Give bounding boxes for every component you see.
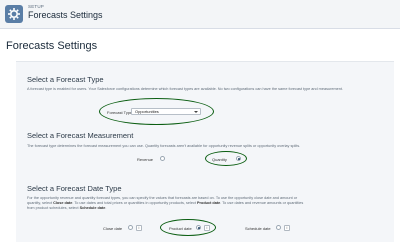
forecast-date-type-title: Select a Forecast Date Type bbox=[27, 184, 122, 193]
header-eyebrow: SETUP bbox=[28, 4, 45, 9]
gear-icon bbox=[5, 5, 23, 23]
date-desc-line-3: from product schedules, select Schedule … bbox=[27, 206, 107, 210]
annotation-circle-forecast-type bbox=[99, 98, 214, 125]
forecast-type-title: Select a Forecast Type bbox=[27, 75, 104, 84]
schedule-date-info-icon[interactable]: i bbox=[284, 224, 290, 231]
revenue-label: Revenue bbox=[137, 157, 154, 162]
forecast-type-description: A forecast type is enabled for users. Yo… bbox=[27, 87, 343, 91]
revenue-radio[interactable] bbox=[160, 156, 165, 161]
schedule-date-radio[interactable] bbox=[276, 225, 281, 230]
page-title: Forecasts Settings bbox=[6, 40, 98, 52]
forecast-date-type-description: For the opportunity revenue and quantity… bbox=[27, 196, 377, 211]
header-title: Forecasts Settings bbox=[28, 10, 103, 20]
close-date-radio[interactable] bbox=[128, 225, 133, 230]
annotation-circle-product-date bbox=[160, 219, 216, 236]
setup-header: SETUP Forecasts Settings bbox=[0, 0, 400, 29]
schedule-date-label: Schedule date bbox=[245, 226, 271, 231]
annotation-circle-quantity bbox=[205, 151, 247, 166]
close-date-info-icon[interactable]: i bbox=[136, 224, 142, 231]
forecast-measurement-title: Select a Forecast Measurement bbox=[27, 131, 134, 140]
forecast-measurement-description: The forecast type determines the forecas… bbox=[27, 144, 301, 148]
close-date-label: Close date bbox=[103, 226, 123, 231]
